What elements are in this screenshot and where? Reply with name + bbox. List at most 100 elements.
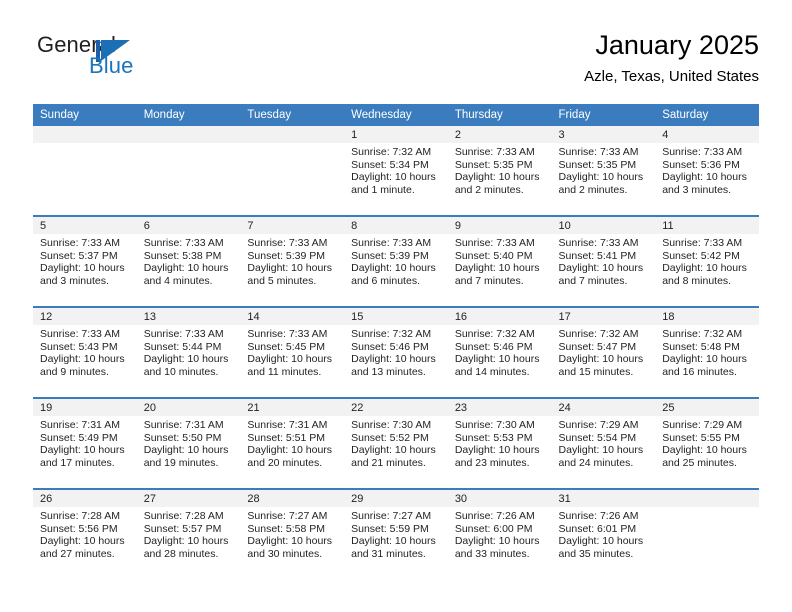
daylight-duration-line2: and 16 minutes. [662,365,737,378]
location-subtitle: Azle, Texas, United States [584,68,759,85]
day-details [137,143,241,146]
day-cell: 8 Sunrise: 7:33 AM Sunset: 5:39 PM Daylight… [344,217,448,306]
calendar-day-cell[interactable] [655,488,759,579]
calendar-day-cell[interactable]: 21 Sunrise: 7:31 AM Sunset: 5:51 PM Dayligh… [240,397,345,489]
calendar-day-cell[interactable]: 12 Sunrise: 7:33 AM Sunset: 5:43 PM Dayligh… [33,306,137,398]
day-cell: 10 Sunrise: 7:33 AM Sunset: 5:41 PM Dayligh… [551,217,656,306]
day-details: Sunrise: 7:33 AM Sunset: 5:39 PM Daylight:… [344,234,448,287]
day-details: Sunrise: 7:27 AM Sunset: 5:58 PM Daylight:… [240,507,344,560]
weekday-header-thursday: Thursday [447,104,552,126]
daylight-duration-line2: and 11 minutes. [247,365,322,378]
day-number: 19 [33,399,137,416]
day-details: Sunrise: 7:26 AM Sunset: 6:01 PM Daylight:… [552,507,656,560]
day-number: 24 [551,399,656,416]
calendar-day-cell[interactable]: 3 Sunrise: 7:33 AM Sunset: 5:35 PM Daylight… [551,126,656,216]
calendar-day-cell[interactable]: 7 Sunrise: 7:33 AM Sunset: 5:39 PM Daylight… [240,215,345,307]
sunrise-time: Sunrise: 7:33 AM [454,237,535,249]
calendar-day-cell[interactable]: 16 Sunrise: 7:32 AM Sunset: 5:46 PM Dayligh… [447,306,552,398]
day-number: 3 [551,126,656,143]
calendar-day-cell[interactable]: 9 Sunrise: 7:33 AM Sunset: 5:40 PM Daylight… [447,215,552,307]
daylight-duration-line1: Daylight: 10 hours [558,262,644,275]
daylight-duration-line1: Daylight: 10 hours [558,353,644,366]
sunrise-time: Sunrise: 7:28 AM [40,510,120,522]
empty-day-cell [33,126,137,215]
day-details: Sunrise: 7:33 AM Sunset: 5:35 PM Daylight:… [448,143,552,196]
daylight-duration-line2: and 33 minutes. [454,547,530,560]
day-cell: 22 Sunrise: 7:30 AM Sunset: 5:52 PM Dayligh… [344,399,448,488]
calendar-day-cell[interactable]: 17 Sunrise: 7:32 AM Sunset: 5:47 PM Dayligh… [551,306,656,398]
sunrise-time: Sunrise: 7:33 AM [40,237,120,249]
sunset-time: Sunset: 5:37 PM [40,249,118,262]
daylight-duration-line2: and 2 minutes. [454,183,524,196]
daylight-duration-line2: and 7 minutes. [558,274,628,287]
calendar-day-cell[interactable]: 8 Sunrise: 7:33 AM Sunset: 5:39 PM Daylight… [344,215,448,307]
daylight-duration-line2: and 15 minutes. [558,365,634,378]
sunset-time: Sunset: 5:40 PM [454,249,533,262]
day-number: 7 [240,217,345,234]
calendar-day-cell[interactable] [33,126,137,216]
day-number [240,126,345,143]
day-details: Sunrise: 7:33 AM Sunset: 5:44 PM Daylight:… [137,325,241,378]
daylight-duration-line1: Daylight: 10 hours [558,535,644,548]
daylight-duration-line2: and 30 minutes. [247,547,323,560]
daylight-duration-line2: and 7 minutes. [454,274,524,287]
calendar-day-cell[interactable]: 18 Sunrise: 7:32 AM Sunset: 5:48 PM Dayligh… [655,306,759,398]
day-number: 27 [136,490,241,507]
calendar-day-cell[interactable]: 27 Sunrise: 7:28 AM Sunset: 5:57 PM Dayligh… [136,488,241,579]
calendar-day-cell[interactable]: 23 Sunrise: 7:30 AM Sunset: 5:53 PM Dayligh… [447,397,552,489]
day-details: Sunrise: 7:28 AM Sunset: 5:56 PM Daylight:… [33,507,137,560]
calendar-day-cell[interactable]: 20 Sunrise: 7:31 AM Sunset: 5:50 PM Dayligh… [136,397,241,489]
calendar-day-cell[interactable]: 2 Sunrise: 7:33 AM Sunset: 5:35 PM Daylight… [447,126,552,216]
calendar-day-cell[interactable]: 4 Sunrise: 7:33 AM Sunset: 5:36 PM Daylight… [655,126,759,216]
calendar-day-cell[interactable]: 5 Sunrise: 7:33 AM Sunset: 5:37 PM Daylight… [33,215,137,307]
calendar-day-cell[interactable]: 31 Sunrise: 7:26 AM Sunset: 6:01 PM Dayligh… [551,488,656,579]
sunrise-time: Sunrise: 7:26 AM [454,510,535,522]
calendar-day-cell[interactable] [136,126,241,216]
calendar-day-cell[interactable]: 6 Sunrise: 7:33 AM Sunset: 5:38 PM Daylight… [136,215,241,307]
calendar-day-cell[interactable]: 1 Sunrise: 7:32 AM Sunset: 5:34 PM Daylight… [344,126,448,216]
daylight-duration-line1: Daylight: 10 hours [40,262,125,275]
calendar-day-cell[interactable]: 15 Sunrise: 7:32 AM Sunset: 5:46 PM Dayligh… [344,306,448,398]
calendar-day-cell[interactable]: 29 Sunrise: 7:27 AM Sunset: 5:59 PM Dayligh… [344,488,448,579]
sunrise-time: Sunrise: 7:32 AM [351,328,432,340]
sunrise-time: Sunrise: 7:29 AM [558,419,639,431]
day-cell: 12 Sunrise: 7:33 AM Sunset: 5:43 PM Dayligh… [33,308,137,397]
day-cell: 18 Sunrise: 7:32 AM Sunset: 5:48 PM Dayligh… [655,308,759,397]
sunset-time: Sunset: 5:43 PM [40,340,118,353]
day-details: Sunrise: 7:29 AM Sunset: 5:54 PM Daylight:… [552,416,656,469]
calendar-day-cell[interactable]: 14 Sunrise: 7:33 AM Sunset: 5:45 PM Dayligh… [240,306,345,398]
day-cell: 9 Sunrise: 7:33 AM Sunset: 5:40 PM Daylight… [447,217,552,306]
daylight-duration-line1: Daylight: 10 hours [351,262,436,275]
day-cell: 29 Sunrise: 7:27 AM Sunset: 5:59 PM Dayligh… [344,490,448,579]
calendar-day-cell[interactable] [240,126,345,216]
day-number: 11 [655,217,759,234]
calendar-day-cell[interactable]: 25 Sunrise: 7:29 AM Sunset: 5:55 PM Dayligh… [655,397,759,489]
calendar-day-cell[interactable]: 13 Sunrise: 7:33 AM Sunset: 5:44 PM Dayligh… [136,306,241,398]
sunset-time: Sunset: 5:46 PM [454,340,533,353]
calendar-day-cell[interactable]: 11 Sunrise: 7:33 AM Sunset: 5:42 PM Dayligh… [655,215,759,307]
sunset-time: Sunset: 5:39 PM [351,249,429,262]
calendar-day-cell[interactable]: 19 Sunrise: 7:31 AM Sunset: 5:49 PM Dayligh… [33,397,137,489]
daylight-duration-line2: and 35 minutes. [558,547,634,560]
calendar-day-cell[interactable]: 26 Sunrise: 7:28 AM Sunset: 5:56 PM Dayligh… [33,488,137,579]
weekday-header-row: Sunday Monday Tuesday Wednesday Thursday… [33,104,759,126]
day-details [33,143,137,146]
daylight-duration-line1: Daylight: 10 hours [143,444,229,457]
calendar-week-row: 12 Sunrise: 7:33 AM Sunset: 5:43 PM Dayligh… [33,306,759,398]
daylight-duration-line1: Daylight: 10 hours [454,444,540,457]
sunrise-time: Sunrise: 7:33 AM [662,237,743,249]
day-number: 12 [33,308,137,325]
calendar-day-cell[interactable]: 10 Sunrise: 7:33 AM Sunset: 5:41 PM Dayligh… [551,215,656,307]
daylight-duration-line2: and 21 minutes. [351,456,426,469]
day-number: 22 [344,399,448,416]
calendar-day-cell[interactable]: 22 Sunrise: 7:30 AM Sunset: 5:52 PM Dayligh… [344,397,448,489]
day-details [240,143,344,146]
calendar-day-cell[interactable]: 24 Sunrise: 7:29 AM Sunset: 5:54 PM Dayligh… [551,397,656,489]
calendar-day-cell[interactable]: 28 Sunrise: 7:27 AM Sunset: 5:58 PM Dayligh… [240,488,345,579]
day-cell: 5 Sunrise: 7:33 AM Sunset: 5:37 PM Daylight… [33,217,137,306]
sunset-time: Sunset: 5:58 PM [247,522,326,535]
calendar-day-cell[interactable]: 30 Sunrise: 7:26 AM Sunset: 6:00 PM Dayligh… [447,488,552,579]
daylight-duration-line1: Daylight: 10 hours [662,353,747,366]
sunset-time: Sunset: 5:34 PM [351,158,429,171]
brand-logo[interactable]: General Blue [33,32,263,90]
